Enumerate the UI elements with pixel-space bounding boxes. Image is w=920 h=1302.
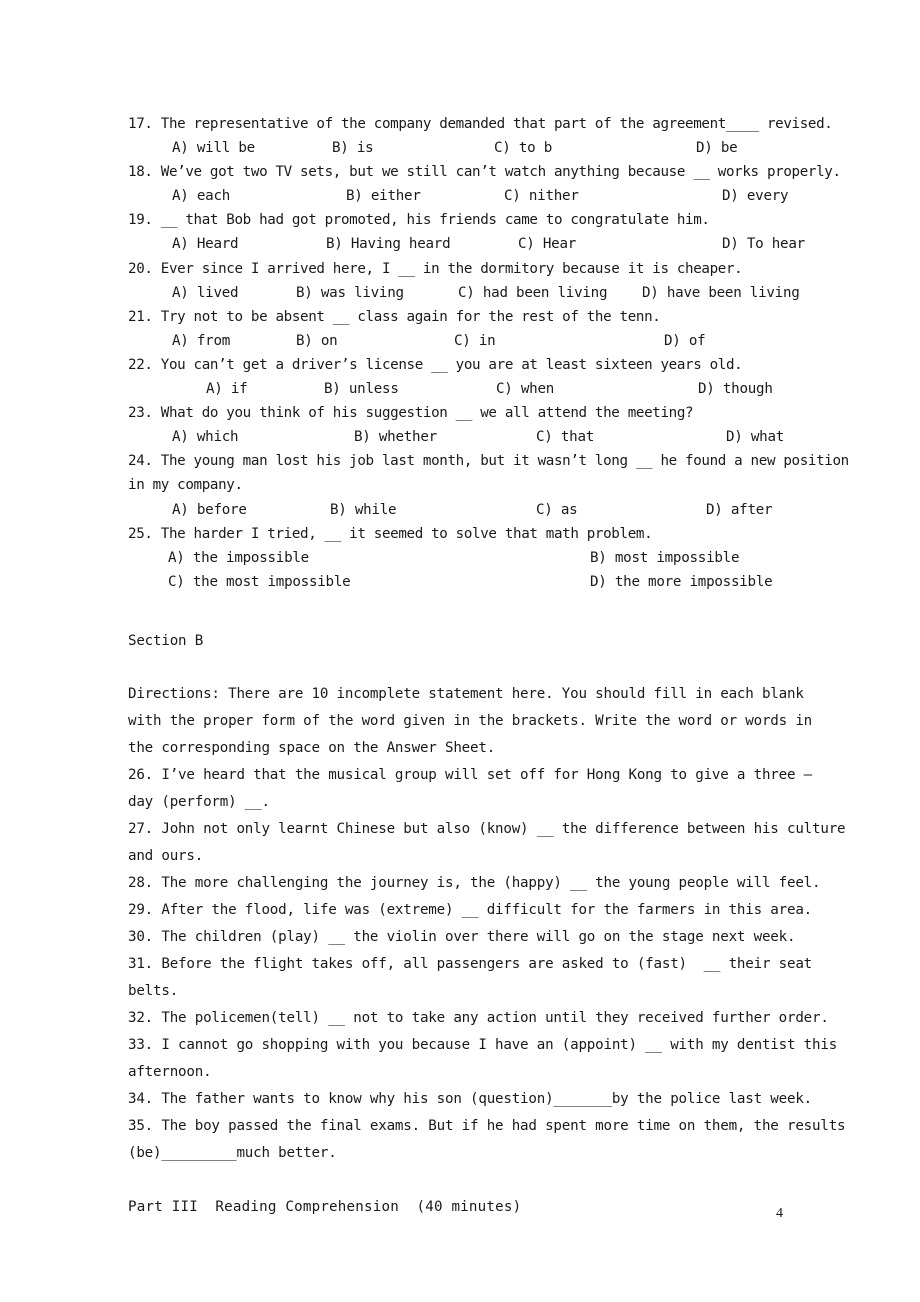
question-33-line-2: afternoon. — [128, 1063, 212, 1080]
question-30-line-1: 30. The children (play) __ the violin ov… — [128, 928, 796, 945]
section-b-directions-line-2: with the proper form of the word given i… — [128, 712, 813, 729]
option-a[interactable]: A) lived — [172, 281, 239, 305]
question-28-line-1: 28. The more challenging the journey is,… — [128, 874, 821, 891]
question-22-text: 22. You can’t get a driver’s license __ … — [128, 356, 743, 373]
option-c[interactable]: C) Hear — [518, 232, 576, 256]
option-d[interactable]: D) though — [698, 377, 773, 401]
section-b-directions-line-1: Directions: There are 10 incomplete stat… — [128, 685, 804, 702]
page-content: 17. The representative of the company de… — [128, 112, 849, 1219]
part-iii-heading: Part III Reading Comprehension (40 minut… — [128, 1198, 522, 1215]
option-c[interactable]: C) as — [536, 498, 578, 522]
option-b[interactable]: B) either — [346, 184, 421, 208]
option-d[interactable]: D) of — [664, 329, 706, 353]
option-a[interactable]: A) each — [172, 184, 230, 208]
option-d[interactable]: D) the more impossible — [590, 570, 773, 594]
option-d[interactable]: D) To hear — [722, 232, 805, 256]
option-b[interactable]: B) whether — [354, 425, 437, 449]
section-b-directions-line-3: the corresponding space on the Answer Sh… — [128, 739, 496, 756]
option-c[interactable]: C) when — [496, 377, 554, 401]
section-b-heading: Section B — [128, 632, 204, 649]
question-20-options: A) lived B) was living C) had been livin… — [128, 281, 800, 305]
option-a[interactable]: A) the impossible — [168, 546, 309, 570]
question-21-options: A) from B) on C) in D) of — [128, 329, 792, 353]
option-b[interactable]: B) Having heard — [326, 232, 451, 256]
question-27-line-1: 27. John not only learnt Chinese but als… — [128, 820, 846, 837]
question-34-line-1: 34. The father wants to know why his son… — [128, 1090, 813, 1107]
option-b[interactable]: B) on — [296, 329, 338, 353]
question-26-line-2: day (perform) __. — [128, 793, 270, 810]
option-a[interactable]: A) will be — [172, 136, 255, 160]
option-d[interactable]: D) what — [726, 425, 784, 449]
option-b[interactable]: B) unless — [324, 377, 399, 401]
question-31-line-1: 31. Before the flight takes off, all pas… — [128, 955, 813, 972]
question-25-options-row-2: C) the most impossible D) the more impos… — [128, 570, 792, 594]
question-25-options-row-1: A) the impossible B) most impossible — [128, 546, 792, 570]
option-b[interactable]: B) was living — [296, 281, 404, 305]
page-number: 4 — [776, 1206, 783, 1221]
question-32-line-1: 32. The policemen(tell) __ not to take a… — [128, 1009, 829, 1026]
question-19-text: 19. __ that Bob had got promoted, his fr… — [128, 212, 710, 229]
option-d[interactable]: D) be — [696, 136, 738, 160]
question-24-options: A) before B) while C) as D) after — [128, 498, 792, 522]
exam-page: 17. The representative of the company de… — [0, 0, 920, 1302]
spacer-after-section-b-heading — [128, 653, 792, 681]
option-c[interactable]: C) had been living — [458, 281, 608, 305]
question-22-options: A) if B) unless C) when D) though — [128, 377, 792, 401]
option-a[interactable]: A) from — [172, 329, 230, 353]
option-c[interactable]: C) the most impossible — [168, 570, 351, 594]
question-31-line-2: belts. — [128, 982, 179, 999]
question-23-options: A) which B) whether C) that D) what — [128, 425, 792, 449]
question-17-options: A) will be B) is C) to b D) be — [128, 136, 792, 160]
question-18-text: 18. We’ve got two TV sets, but we still … — [128, 164, 841, 181]
option-a[interactable]: A) before — [172, 498, 247, 522]
option-b[interactable]: B) is — [332, 136, 374, 160]
question-35-line-1: 35. The boy passed the final exams. But … — [128, 1117, 846, 1134]
question-19-options: A) Heard B) Having heard C) Hear D) To h… — [128, 232, 805, 256]
option-c[interactable]: C) to b — [494, 136, 552, 160]
question-18-options: A) each B) either C) nither D) every — [128, 184, 792, 208]
option-c[interactable]: C) that — [536, 425, 594, 449]
option-c[interactable]: C) in — [454, 329, 496, 353]
question-35-line-2: (be)_________much better. — [128, 1144, 337, 1161]
option-d[interactable]: D) have been living — [642, 281, 800, 305]
option-c[interactable]: C) nither — [504, 184, 579, 208]
spacer-before-part-iii — [128, 1167, 792, 1195]
option-d[interactable]: D) after — [706, 498, 773, 522]
option-d[interactable]: D) every — [722, 184, 789, 208]
question-27-line-2: and ours. — [128, 847, 204, 864]
question-25-text: 25. The harder I tried, __ it seemed to … — [128, 525, 653, 542]
question-21-text: 21. Try not to be absent __ class again … — [128, 308, 661, 325]
question-23-text: 23. What do you think of his suggestion … — [128, 405, 694, 422]
question-24-text-continued: in my company. — [128, 477, 243, 494]
option-a[interactable]: A) Heard — [172, 232, 239, 256]
option-a[interactable]: A) which — [172, 425, 239, 449]
question-26-line-1: 26. I’ve heard that the musical group wi… — [128, 766, 813, 783]
question-24-text: 24. The young man lost his job last mont… — [128, 453, 849, 470]
question-20-text: 20. Ever since I arrived here, I __ in t… — [128, 260, 743, 277]
spacer-before-section-b — [128, 594, 792, 629]
option-b[interactable]: B) most impossible — [590, 546, 740, 570]
option-b[interactable]: B) while — [330, 498, 397, 522]
question-17-text: 17. The representative of the company de… — [128, 116, 833, 132]
question-29-line-1: 29. After the flood, life was (extreme) … — [128, 901, 813, 918]
question-33-line-1: 33. I cannot go shopping with you becaus… — [128, 1036, 838, 1053]
option-a[interactable]: A) if — [206, 377, 248, 401]
